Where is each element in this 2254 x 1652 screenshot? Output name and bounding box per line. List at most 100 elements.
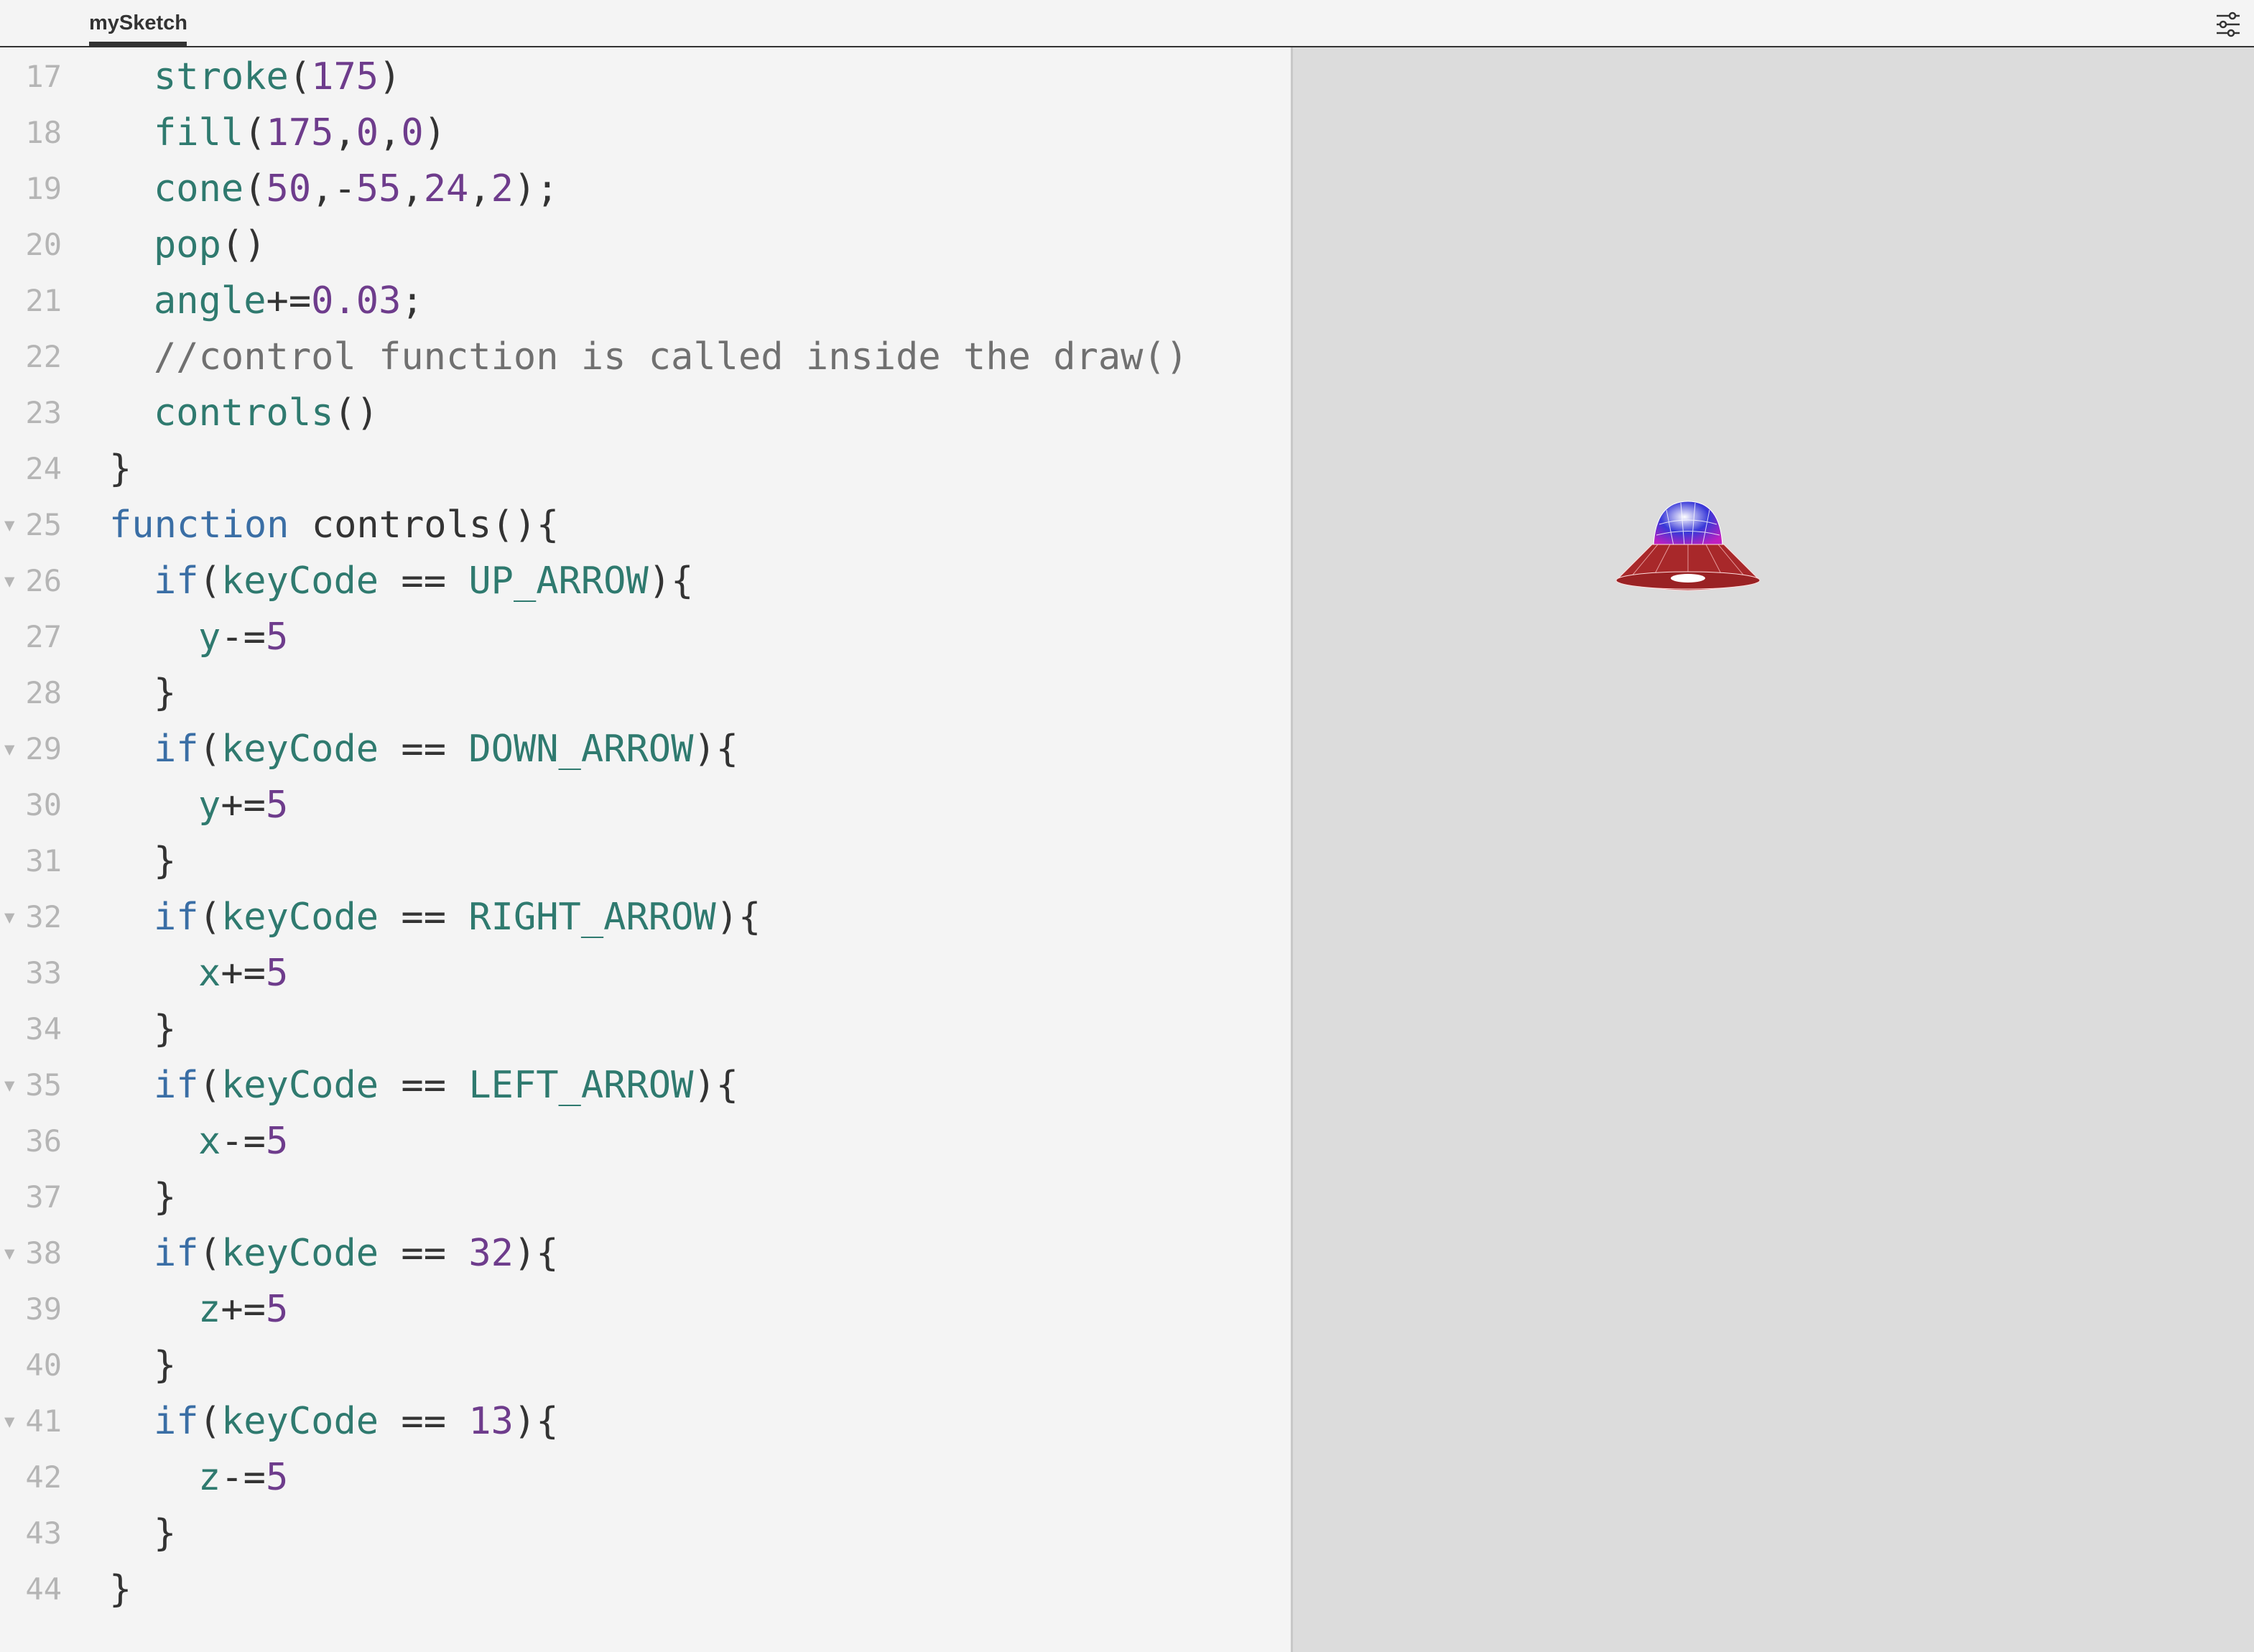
fold-arrow-icon[interactable]: ▼: [4, 1057, 14, 1113]
line-number: 19: [25, 171, 62, 206]
code-token: ,: [379, 111, 402, 154]
code-token: }: [154, 1176, 177, 1219]
code-text: x-=5: [198, 1113, 288, 1169]
code-token: x: [198, 952, 221, 995]
code-line[interactable]: 21 angle+=0.03;: [0, 273, 1291, 329]
code-token: ){: [513, 1232, 559, 1275]
code-token: ){: [693, 1064, 739, 1107]
code-line[interactable]: 17 stroke(175): [0, 49, 1291, 105]
code-line[interactable]: 32 ▼ if(keyCode == RIGHT_ARROW){: [0, 889, 1291, 945]
code-line[interactable]: 44}: [0, 1561, 1291, 1618]
code-text: }: [154, 1505, 176, 1561]
line-number: 28: [25, 675, 62, 710]
code-line[interactable]: 36 x-=5: [0, 1113, 1291, 1169]
code-line[interactable]: 42 z-=5: [0, 1449, 1291, 1505]
code-line[interactable]: 23 controls(): [0, 385, 1291, 441]
code-line[interactable]: 31}: [0, 833, 1291, 889]
code-token: 5: [265, 616, 289, 659]
code-line[interactable]: 35 ▼ if(keyCode == LEFT_ARROW){: [0, 1057, 1291, 1113]
code-token: if: [154, 728, 199, 771]
code-token: +=: [221, 1288, 266, 1331]
code-line[interactable]: 30 y+=5: [0, 777, 1291, 833]
code-token: ;: [401, 279, 424, 322]
code-token: (: [244, 167, 266, 210]
code-token: (): [221, 223, 266, 266]
code-token: }: [154, 1008, 177, 1051]
code-token: if: [154, 1400, 199, 1443]
code-line[interactable]: 43}: [0, 1505, 1291, 1561]
code-token: (): [333, 391, 379, 435]
code-text: }: [154, 1001, 176, 1057]
code-token: RIGHT_ARROW: [468, 896, 716, 939]
code-line[interactable]: 26 ▼ if(keyCode == UP_ARROW){: [0, 553, 1291, 609]
sliders-icon[interactable]: [2212, 9, 2244, 40]
code-line[interactable]: 24}: [0, 441, 1291, 497]
line-number: 37: [25, 1179, 62, 1215]
fold-arrow-icon[interactable]: ▼: [4, 889, 14, 945]
code-line[interactable]: 28}: [0, 665, 1291, 721]
code-line[interactable]: 25 ▼ function controls(){: [0, 497, 1291, 553]
code-line[interactable]: 39 z+=5: [0, 1281, 1291, 1337]
code-token: -=: [221, 1456, 266, 1499]
code-token: if: [154, 1064, 199, 1107]
code-token: ){: [693, 728, 739, 771]
code-text: if(keyCode == UP_ARROW){: [154, 553, 693, 609]
code-token: ){: [648, 560, 694, 603]
code-line[interactable]: 37}: [0, 1169, 1291, 1225]
code-token: if: [154, 896, 199, 939]
code-text: y+=5: [198, 777, 288, 833]
code-token: (: [198, 728, 221, 771]
line-number: 30: [25, 787, 62, 822]
line-number: 34: [25, 1011, 62, 1047]
code-token: 13: [468, 1400, 514, 1443]
code-token: 0: [356, 111, 379, 154]
code-token: x: [198, 1120, 221, 1163]
code-line[interactable]: 33 x+=5: [0, 945, 1291, 1001]
code-token: ){: [513, 1400, 559, 1443]
fold-arrow-icon[interactable]: ▼: [4, 1225, 14, 1281]
code-line[interactable]: 20 pop(): [0, 217, 1291, 273]
code-editor[interactable]: 17 stroke(175) 18 fill(175,0,0) 19 cone(50,-5…: [0, 47, 1291, 1652]
fold-arrow-icon[interactable]: ▼: [4, 1393, 14, 1449]
fold-arrow-icon[interactable]: ▼: [4, 721, 14, 777]
code-text: }: [109, 1561, 131, 1618]
code-text: controls(): [154, 385, 379, 441]
code-token: 5: [265, 784, 289, 827]
code-line[interactable]: 19 cone(50,-55,24,2);: [0, 161, 1291, 217]
code-token: ,: [401, 167, 424, 210]
line-number: 31: [25, 843, 62, 878]
code-token: ,: [333, 111, 356, 154]
code-text: y-=5: [198, 609, 288, 665]
code-token: controls(){: [289, 504, 560, 547]
code-token: ){: [715, 896, 761, 939]
fold-arrow-icon[interactable]: ▼: [4, 553, 14, 609]
code-line[interactable]: 34}: [0, 1001, 1291, 1057]
code-token: y: [198, 616, 221, 659]
code-token: ): [379, 55, 402, 98]
code-line[interactable]: 38 ▼ if(keyCode == 32){: [0, 1225, 1291, 1281]
line-number: 23: [25, 395, 62, 430]
code-line[interactable]: 22 //control function is called inside th…: [0, 329, 1291, 385]
code-line[interactable]: 40}: [0, 1337, 1291, 1393]
code-text: if(keyCode == 13){: [154, 1393, 559, 1449]
code-token: (: [198, 1400, 221, 1443]
code-token: (: [244, 111, 266, 154]
sketch-preview[interactable]: [1291, 47, 2254, 1652]
line-number: 22: [25, 339, 62, 374]
code-text: if(keyCode == DOWN_ARROW){: [154, 721, 738, 777]
code-token: stroke: [154, 55, 289, 98]
active-tab-indicator: [89, 42, 187, 46]
code-line[interactable]: 27 y-=5: [0, 609, 1291, 665]
code-token: ==: [379, 1400, 469, 1443]
code-text: if(keyCode == LEFT_ARROW){: [154, 1057, 738, 1113]
line-number: 44: [25, 1572, 62, 1607]
tab-mysketch[interactable]: mySketch: [89, 0, 187, 46]
code-line[interactable]: 41 ▼ if(keyCode == 13){: [0, 1393, 1291, 1449]
code-token: ==: [379, 728, 469, 771]
code-token: angle: [154, 279, 266, 322]
code-line[interactable]: 29 ▼ if(keyCode == DOWN_ARROW){: [0, 721, 1291, 777]
fold-arrow-icon[interactable]: ▼: [4, 497, 14, 553]
code-line[interactable]: 18 fill(175,0,0): [0, 105, 1291, 161]
code-token: if: [154, 1232, 199, 1275]
code-text: x+=5: [198, 945, 288, 1001]
